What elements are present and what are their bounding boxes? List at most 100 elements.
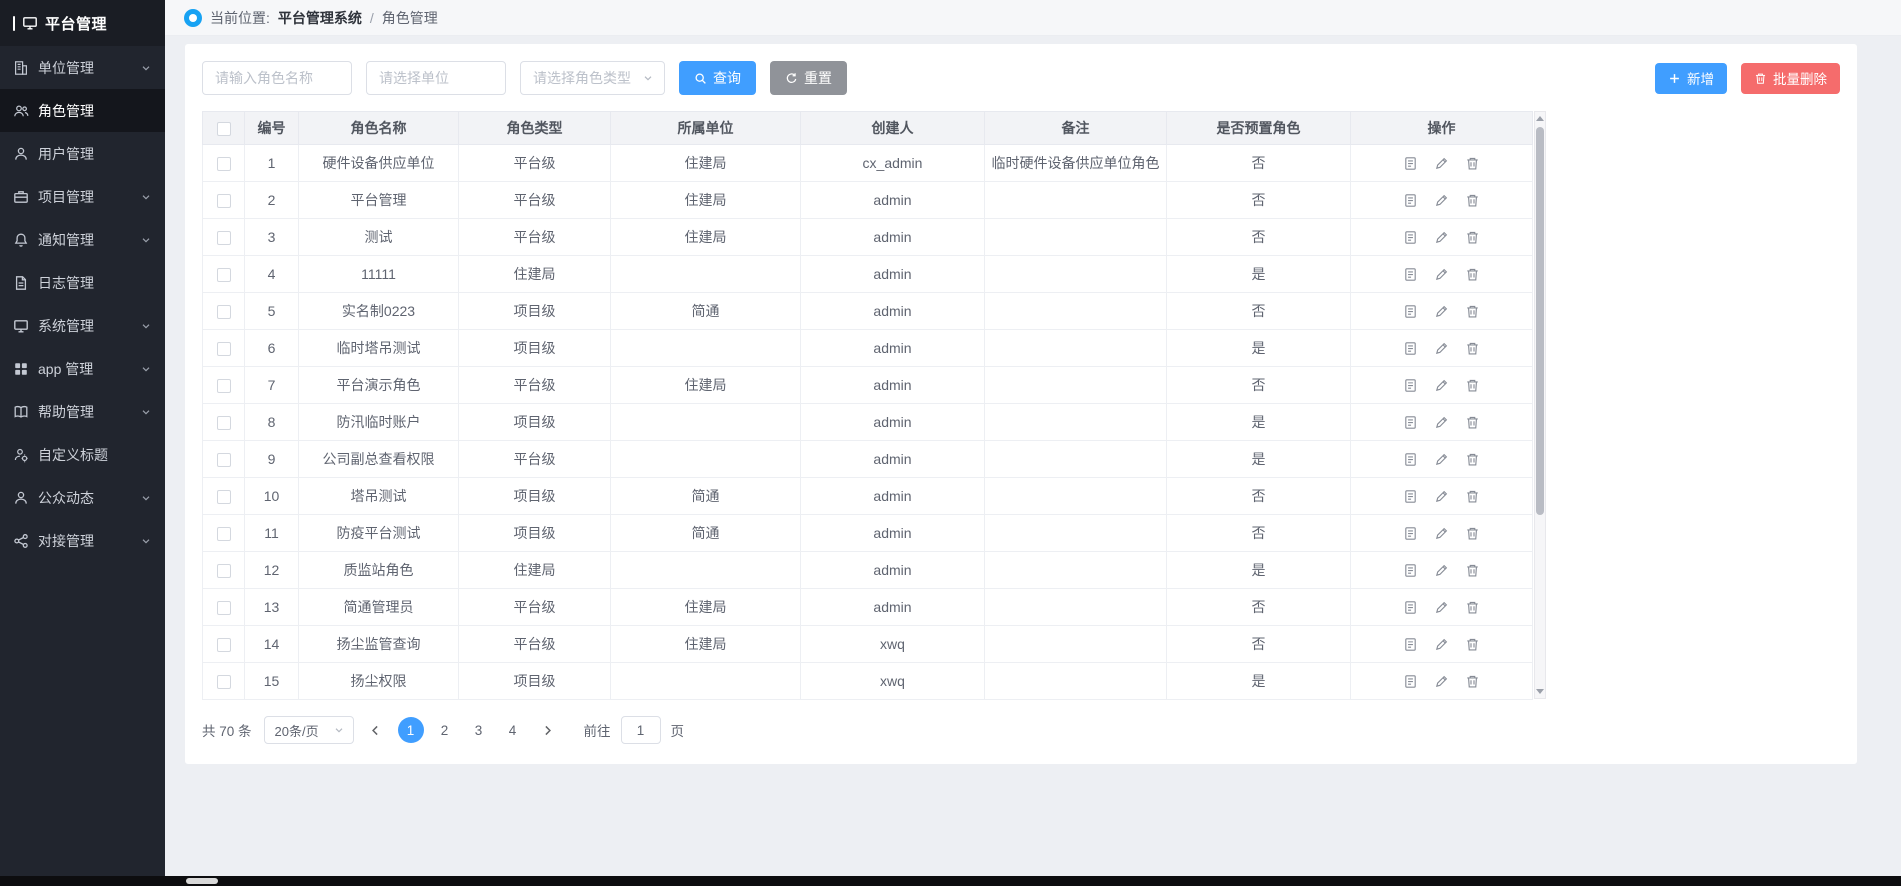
row-checkbox[interactable] — [217, 342, 231, 356]
detail-icon[interactable] — [1403, 415, 1418, 430]
goto-page-input[interactable] — [621, 716, 661, 744]
prev-page-button[interactable] — [364, 718, 388, 742]
detail-icon[interactable] — [1403, 600, 1418, 615]
sidebar-item-public-dynamics[interactable]: 公众动态 — [0, 476, 165, 519]
edit-icon[interactable] — [1434, 378, 1449, 393]
delete-icon[interactable] — [1465, 156, 1480, 171]
row-checkbox[interactable] — [217, 379, 231, 393]
sidebar-item-help-management[interactable]: 帮助管理 — [0, 390, 165, 433]
detail-icon[interactable] — [1403, 341, 1418, 356]
edit-icon[interactable] — [1434, 304, 1449, 319]
edit-icon[interactable] — [1434, 156, 1449, 171]
unit-input[interactable] — [366, 61, 506, 95]
edit-icon[interactable] — [1434, 267, 1449, 282]
add-button[interactable]: 新增 — [1655, 63, 1727, 94]
detail-icon[interactable] — [1403, 267, 1418, 282]
edit-icon[interactable] — [1434, 600, 1449, 615]
detail-icon[interactable] — [1403, 452, 1418, 467]
cell-preset: 否 — [1167, 145, 1351, 182]
detail-icon[interactable] — [1403, 674, 1418, 689]
sidebar-item-app-management[interactable]: app 管理 — [0, 347, 165, 390]
sidebar-item-log-management[interactable]: 日志管理 — [0, 261, 165, 304]
detail-icon[interactable] — [1403, 526, 1418, 541]
content: 请选择角色类型 查询 重置 新增 — [165, 36, 1901, 876]
row-checkbox[interactable] — [217, 231, 231, 245]
delete-icon[interactable] — [1465, 489, 1480, 504]
edit-icon[interactable] — [1434, 193, 1449, 208]
row-checkbox[interactable] — [217, 416, 231, 430]
row-checkbox[interactable] — [217, 453, 231, 467]
delete-icon[interactable] — [1465, 378, 1480, 393]
delete-icon[interactable] — [1465, 452, 1480, 467]
row-checkbox[interactable] — [217, 305, 231, 319]
breadcrumb-root[interactable]: 平台管理系统 — [278, 8, 362, 28]
detail-icon[interactable] — [1403, 304, 1418, 319]
row-checkbox[interactable] — [217, 157, 231, 171]
delete-icon[interactable] — [1465, 637, 1480, 652]
row-checkbox[interactable] — [217, 194, 231, 208]
scrollbar-thumb[interactable] — [1536, 127, 1544, 515]
horizontal-scrollbar-thumb[interactable] — [186, 878, 218, 884]
edit-icon[interactable] — [1434, 415, 1449, 430]
page-number-3[interactable]: 3 — [466, 717, 492, 743]
role-name-input[interactable] — [202, 61, 352, 95]
sidebar-item-notice-management[interactable]: 通知管理 — [0, 218, 165, 261]
sidebar-item-user-management[interactable]: 用户管理 — [0, 132, 165, 175]
sidebar-item-interface-management[interactable]: 对接管理 — [0, 519, 165, 562]
delete-icon[interactable] — [1465, 526, 1480, 541]
row-checkbox[interactable] — [217, 638, 231, 652]
batch-delete-button[interactable]: 批量删除 — [1741, 63, 1840, 94]
detail-icon[interactable] — [1403, 230, 1418, 245]
edit-icon[interactable] — [1434, 526, 1449, 541]
edit-icon[interactable] — [1434, 230, 1449, 245]
delete-icon[interactable] — [1465, 563, 1480, 578]
scroll-down-icon[interactable] — [1536, 689, 1544, 694]
cell-remark: 临时硬件设备供应单位角色 — [985, 145, 1167, 182]
page-size-select[interactable]: 20条/页 — [264, 716, 354, 744]
cell-role-name: 公司副总查看权限 — [299, 441, 459, 478]
page-number-1[interactable]: 1 — [398, 717, 424, 743]
row-checkbox[interactable] — [217, 268, 231, 282]
delete-icon[interactable] — [1465, 230, 1480, 245]
row-checkbox[interactable] — [217, 601, 231, 615]
page-number-2[interactable]: 2 — [432, 717, 458, 743]
delete-icon[interactable] — [1465, 341, 1480, 356]
delete-icon[interactable] — [1465, 193, 1480, 208]
edit-icon[interactable] — [1434, 637, 1449, 652]
search-button[interactable]: 查询 — [679, 61, 756, 95]
next-page-button[interactable] — [536, 718, 560, 742]
delete-icon[interactable] — [1465, 267, 1480, 282]
edit-icon[interactable] — [1434, 674, 1449, 689]
select-all-checkbox[interactable] — [217, 122, 231, 136]
sidebar-item-custom-title[interactable]: 自定义标题 — [0, 433, 165, 476]
edit-icon[interactable] — [1434, 341, 1449, 356]
edit-icon[interactable] — [1434, 452, 1449, 467]
row-checkbox[interactable] — [217, 564, 231, 578]
detail-icon[interactable] — [1403, 378, 1418, 393]
sidebar-item-unit-management[interactable]: 单位管理 — [0, 46, 165, 89]
sidebar-item-system-management[interactable]: 系统管理 — [0, 304, 165, 347]
row-checkbox[interactable] — [217, 490, 231, 504]
edit-icon[interactable] — [1434, 563, 1449, 578]
detail-icon[interactable] — [1403, 193, 1418, 208]
page-number-4[interactable]: 4 — [500, 717, 526, 743]
sidebar-item-project-management[interactable]: 项目管理 — [0, 175, 165, 218]
delete-icon[interactable] — [1465, 415, 1480, 430]
detail-icon[interactable] — [1403, 563, 1418, 578]
table-scrollbar[interactable] — [1534, 111, 1546, 699]
delete-icon[interactable] — [1465, 674, 1480, 689]
sidebar-item-role-management[interactable]: 角色管理 — [0, 89, 165, 132]
edit-icon[interactable] — [1434, 489, 1449, 504]
scroll-up-icon[interactable] — [1536, 116, 1544, 121]
cell-id: 6 — [245, 330, 299, 367]
cell-remark — [985, 256, 1167, 293]
row-checkbox[interactable] — [217, 675, 231, 689]
detail-icon[interactable] — [1403, 489, 1418, 504]
delete-icon[interactable] — [1465, 600, 1480, 615]
reset-button[interactable]: 重置 — [770, 61, 847, 95]
delete-icon[interactable] — [1465, 304, 1480, 319]
detail-icon[interactable] — [1403, 637, 1418, 652]
role-type-select[interactable]: 请选择角色类型 — [520, 61, 665, 95]
row-checkbox[interactable] — [217, 527, 231, 541]
detail-icon[interactable] — [1403, 156, 1418, 171]
